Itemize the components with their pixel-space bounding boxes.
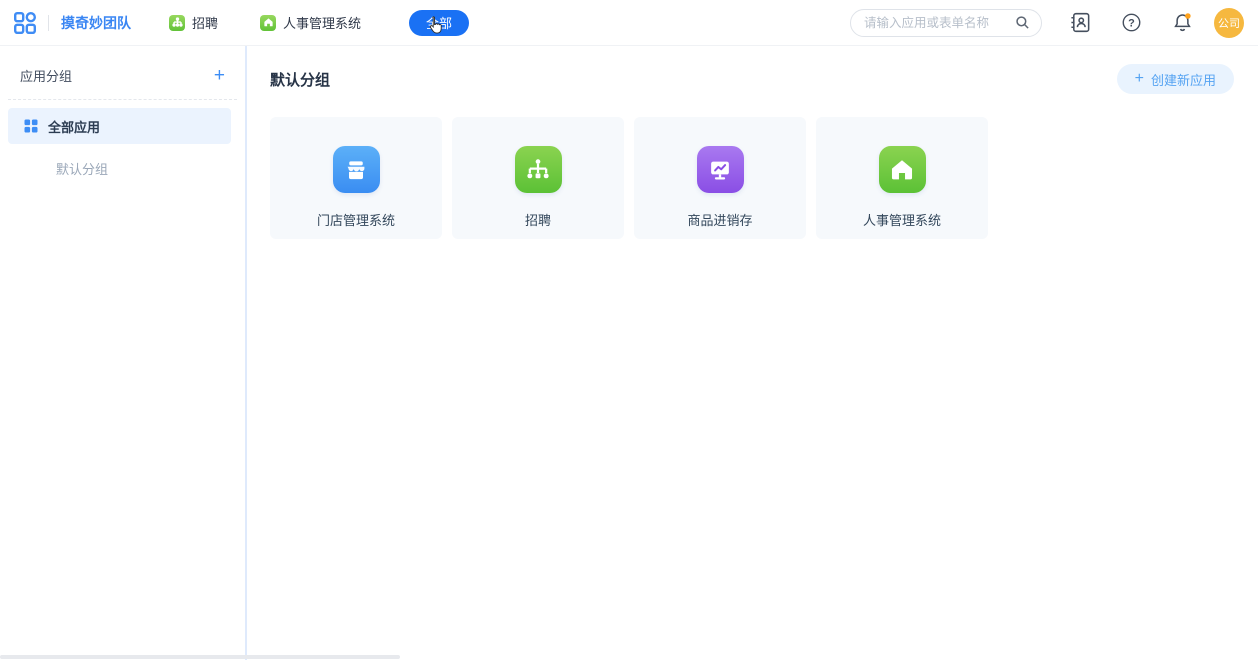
org-chart-icon	[169, 15, 185, 31]
sidebar-item-label: 全部应用	[48, 117, 100, 136]
grid-apps-icon	[24, 119, 38, 133]
app-card-grid: 门店管理系统 招聘	[270, 117, 1234, 239]
group-title: 默认分组	[270, 69, 330, 90]
home-icon	[260, 15, 276, 31]
sidebar-item-label: 默认分组	[56, 159, 108, 178]
tab-label: 人事管理系统	[283, 13, 361, 32]
tab-hr-system[interactable]: 人事管理系统	[260, 13, 361, 32]
app-search[interactable]	[850, 9, 1042, 37]
main-content: 默认分组 + 创建新应用 门店管理系统	[249, 46, 1258, 660]
app-card-hr-system[interactable]: 人事管理系统	[816, 117, 988, 239]
app-card-label: 人事管理系统	[863, 210, 941, 229]
app-card-store-system[interactable]: 门店管理系统	[270, 117, 442, 239]
avatar[interactable]: 公司	[1214, 8, 1244, 38]
contacts-book-icon[interactable]	[1068, 11, 1092, 35]
sidebar-title: 应用分组	[20, 66, 72, 85]
tab-label: 招聘	[192, 13, 218, 32]
workbench-logo-icon[interactable]	[12, 10, 38, 36]
app-card-label: 商品进销存	[687, 210, 752, 229]
plus-icon: +	[1135, 71, 1144, 87]
app-card-label: 门店管理系统	[317, 210, 395, 229]
search-icon[interactable]	[1015, 15, 1030, 30]
sidebar-item-all-apps[interactable]: 全部应用	[8, 108, 231, 144]
monitor-chart-icon	[697, 146, 744, 193]
storefront-icon	[333, 146, 380, 193]
add-group-button[interactable]: +	[214, 69, 225, 83]
create-app-button[interactable]: + 创建新应用	[1117, 64, 1234, 94]
search-input[interactable]	[864, 16, 1015, 30]
sidebar: 应用分组 + 全部应用 默认分组	[0, 46, 247, 660]
help-icon[interactable]: ?	[1120, 12, 1142, 34]
notification-badge	[1185, 13, 1191, 19]
pill-label: 全部	[426, 13, 452, 32]
question-glyph: ?	[1128, 17, 1135, 29]
app-card-inventory[interactable]: 商品进销存	[634, 117, 806, 239]
create-app-label: 创建新应用	[1151, 70, 1216, 89]
topbar-divider	[48, 15, 49, 31]
tab-recruiting[interactable]: 招聘	[169, 13, 218, 32]
bell-icon[interactable]	[1170, 11, 1194, 35]
app-card-recruiting[interactable]: 招聘	[452, 117, 624, 239]
sidebar-item-default-group[interactable]: 默认分组	[8, 150, 231, 186]
home-icon	[879, 146, 926, 193]
team-name[interactable]: 摸奇妙团队	[61, 13, 131, 33]
horizontal-scrollbar[interactable]	[0, 655, 400, 659]
org-chart-icon	[515, 146, 562, 193]
dashed-divider	[8, 99, 237, 100]
top-bar: 摸奇妙团队 招聘 人事管理系统 全部	[0, 0, 1258, 46]
app-card-label: 招聘	[525, 210, 551, 229]
tab-all-active-pill[interactable]: 全部	[409, 10, 469, 36]
